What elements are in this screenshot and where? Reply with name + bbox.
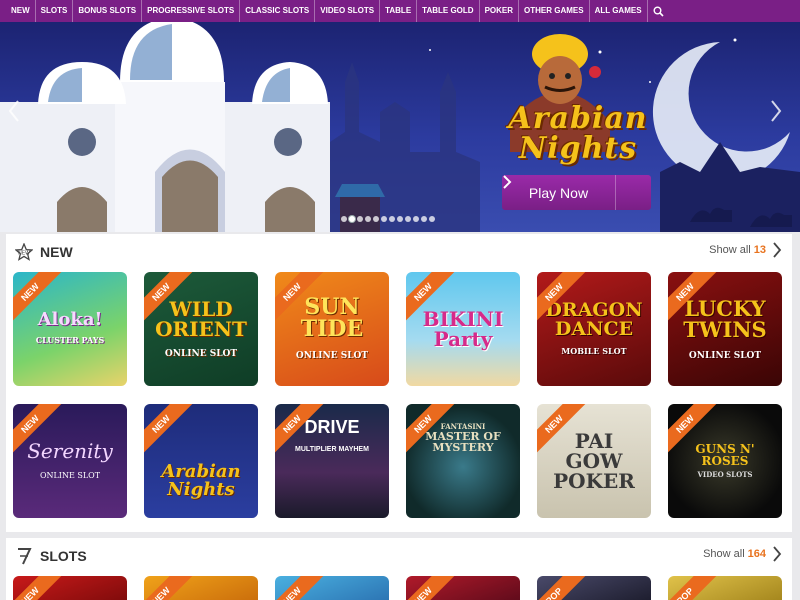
carousel-dot[interactable] xyxy=(365,216,371,222)
game-tile[interactable]: NEW xyxy=(13,576,127,600)
game-tile[interactable]: POP xyxy=(537,576,651,600)
nav-progressive-slots[interactable]: PROGRESSIVE SLOTS xyxy=(142,0,241,22)
game-title: GUNS N' ROSES xyxy=(695,442,755,468)
game-tile[interactable]: WILD ORIENT ONLINE SLOT NEW xyxy=(144,272,258,386)
carousel-dots xyxy=(341,216,435,222)
show-all-count: 164 xyxy=(747,548,766,560)
new-badge: NEW xyxy=(13,576,64,600)
show-all-label: Show all xyxy=(709,244,751,256)
carousel-dot[interactable] xyxy=(357,216,363,222)
game-subtitle: ONLINE SLOT xyxy=(688,350,762,361)
carousel-dot[interactable] xyxy=(397,216,403,222)
game-subtitle: VIDEO SLOTS xyxy=(697,470,753,479)
nav-video-slots[interactable]: VIDEO SLOTS xyxy=(315,0,381,22)
game-tile[interactable]: FANTASINI MASTER OF MYSTERY NEW xyxy=(406,404,520,518)
nav-table-gold[interactable]: TABLE GOLD xyxy=(417,0,480,22)
show-all-label: Show all xyxy=(703,548,745,560)
carousel-dot[interactable] xyxy=(429,216,435,222)
play-now-button[interactable]: Play Now xyxy=(502,175,651,210)
play-now-label: Play Now xyxy=(528,184,589,201)
game-title: MASTER OF MYSTERY xyxy=(425,429,501,454)
show-all-slots-link[interactable]: Show all 164 xyxy=(703,546,782,562)
section-title: NEW xyxy=(40,244,73,260)
game-tile[interactable]: BIKINI Party NEW xyxy=(406,272,520,386)
hero-prev-arrow[interactable] xyxy=(8,100,28,130)
show-all-new-link[interactable]: Show all 13 xyxy=(709,242,782,258)
top-navigation: NEW SLOTS BONUS SLOTS PROGRESSIVE SLOTS … xyxy=(0,0,800,22)
pop-badge: POP xyxy=(537,576,588,600)
game-tile[interactable]: SUN TIDE ONLINE SLOT NEW xyxy=(275,272,389,386)
game-tile[interactable]: POP xyxy=(668,576,782,600)
game-tile[interactable]: PAI GOW POKER NEW xyxy=(537,404,651,518)
game-subtitle: CLUSTER PAYS xyxy=(35,335,105,345)
game-subtitle: MULTIPLIER MAYHEM xyxy=(295,446,369,453)
game-tile[interactable]: LUCKY TWINS ONLINE SLOT NEW xyxy=(668,272,782,386)
game-title: DRAGON DANCE xyxy=(545,298,643,340)
game-subtitle: ONLINE SLOT xyxy=(295,351,369,361)
seven-icon xyxy=(14,546,34,566)
nav-other-games[interactable]: OTHER GAMES xyxy=(519,0,590,22)
star-icon: NEW xyxy=(14,242,34,262)
game-tile[interactable]: NEW xyxy=(406,576,520,600)
game-title: SUN TIDE xyxy=(300,294,364,342)
carousel-dot-active[interactable] xyxy=(349,216,355,222)
nav-all-games[interactable]: ALL GAMES xyxy=(590,0,648,22)
pop-badge: POP xyxy=(668,576,719,600)
nav-new[interactable]: NEW xyxy=(6,0,36,22)
nav-table[interactable]: TABLE xyxy=(380,0,418,22)
game-title: LUCKY TWINS xyxy=(683,295,767,342)
game-subtitle: ONLINE SLOT xyxy=(39,471,101,480)
game-tile[interactable]: DRAGON DANCE MOBILE SLOT NEW xyxy=(537,272,651,386)
game-tile[interactable]: Serenity ONLINE SLOT NEW xyxy=(13,404,127,518)
nav-poker[interactable]: POKER xyxy=(480,0,520,22)
nav-slots[interactable]: SLOTS xyxy=(36,0,74,22)
carousel-dot[interactable] xyxy=(421,216,427,222)
carousel-dot[interactable] xyxy=(413,216,419,222)
show-all-count: 13 xyxy=(753,244,766,256)
hero-next-arrow[interactable] xyxy=(770,100,790,130)
game-tile[interactable]: NEW xyxy=(275,576,389,600)
game-tile[interactable]: Aloka! CLUSTER PAYS NEW xyxy=(13,272,127,386)
new-badge: NEW xyxy=(144,576,195,600)
game-tile[interactable]: NEW xyxy=(144,576,258,600)
game-title: DRIVE xyxy=(304,417,360,437)
carousel-dot[interactable] xyxy=(405,216,411,222)
carousel-dot[interactable] xyxy=(389,216,395,222)
game-subtitle: MOBILE SLOT xyxy=(561,345,627,356)
game-title: Serenity xyxy=(27,439,113,463)
game-title: PAI GOW POKER xyxy=(553,429,635,493)
game-title: BIKINI Party xyxy=(422,307,504,351)
svg-text:NEW: NEW xyxy=(18,251,30,257)
game-title: Arabian Nights xyxy=(161,461,241,500)
new-section-header: NEW NEW Show all 13 xyxy=(6,234,792,270)
nav-classic-slots[interactable]: CLASSIC SLOTS xyxy=(240,0,316,22)
game-title: WILD ORIENT xyxy=(155,297,247,341)
chevron-right-icon xyxy=(773,546,782,562)
slots-section-header: SLOTS Show all 164 xyxy=(6,538,792,574)
hero-banner: Arabian Nights Play Now xyxy=(0,22,800,232)
chevron-right-icon xyxy=(503,175,651,210)
game-tile[interactable]: GUNS N' ROSES VIDEO SLOTS NEW xyxy=(668,404,782,518)
hero-game-title: Arabian Nights xyxy=(508,101,648,166)
carousel-dot[interactable] xyxy=(373,216,379,222)
hero-artwork xyxy=(0,22,800,232)
game-tile[interactable]: DRIVE MULTIPLIER MAYHEM NEW xyxy=(275,404,389,518)
slots-section: SLOTS Show all 164 NEW NEW NEW NEW POP P… xyxy=(6,538,792,600)
carousel-dot[interactable] xyxy=(381,216,387,222)
chevron-right-icon xyxy=(773,242,782,258)
carousel-dot[interactable] xyxy=(341,216,347,222)
section-title: SLOTS xyxy=(40,548,87,564)
game-tile[interactable]: Arabian Nights NEW xyxy=(144,404,258,518)
game-subtitle: ONLINE SLOT xyxy=(164,349,238,359)
nav-bonus-slots[interactable]: BONUS SLOTS xyxy=(73,0,143,22)
game-title: Aloka! xyxy=(37,309,103,330)
search-icon[interactable] xyxy=(648,0,670,22)
new-badge: NEW xyxy=(275,576,326,600)
new-badge: NEW xyxy=(406,576,457,600)
new-games-section: NEW NEW Show all 13 Aloka! CLUSTER PAYS … xyxy=(6,234,792,532)
